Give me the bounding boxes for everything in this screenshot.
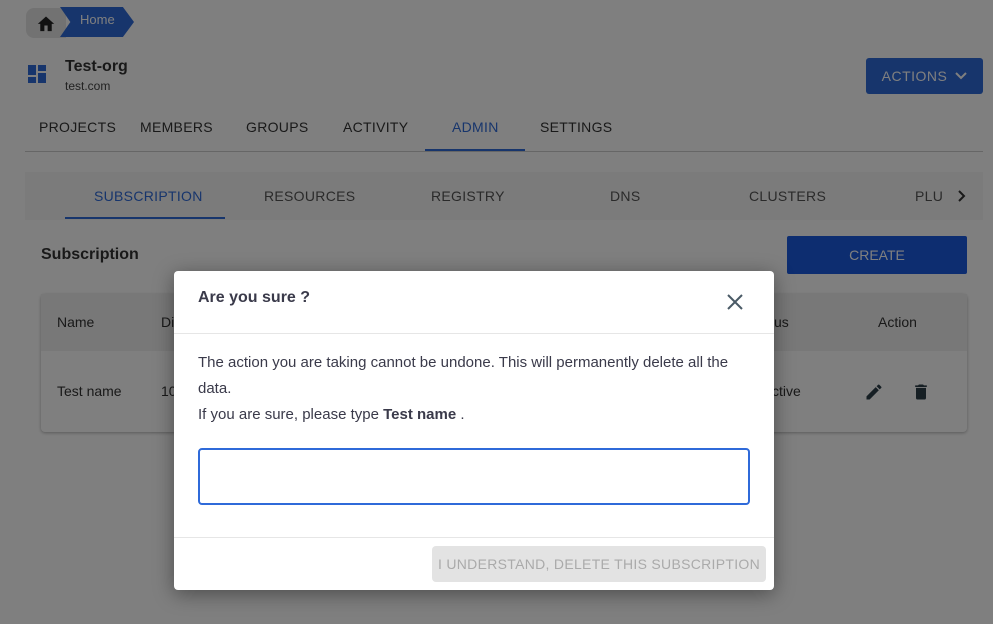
- confirm-dialog: Are you sure ? The action you are taking…: [174, 271, 774, 590]
- confirm-instruction: If you are sure, please type Test name .: [198, 402, 753, 428]
- instruction-prefix: If you are sure, please type: [198, 406, 384, 423]
- divider: [174, 333, 774, 334]
- confirm-name: Test name: [383, 406, 457, 423]
- confirm-name-input[interactable]: [198, 448, 750, 505]
- dialog-message: The action you are taking cannot be undo…: [198, 350, 753, 428]
- dialog-title: Are you sure ?: [198, 289, 311, 306]
- divider: [174, 537, 774, 538]
- warning-text: The action you are taking cannot be undo…: [198, 354, 729, 397]
- delete-subscription-button[interactable]: I UNDERSTAND, DELETE THIS SUBSCRIPTION: [432, 546, 766, 582]
- instruction-suffix: .: [456, 406, 465, 423]
- close-icon[interactable]: [722, 289, 748, 315]
